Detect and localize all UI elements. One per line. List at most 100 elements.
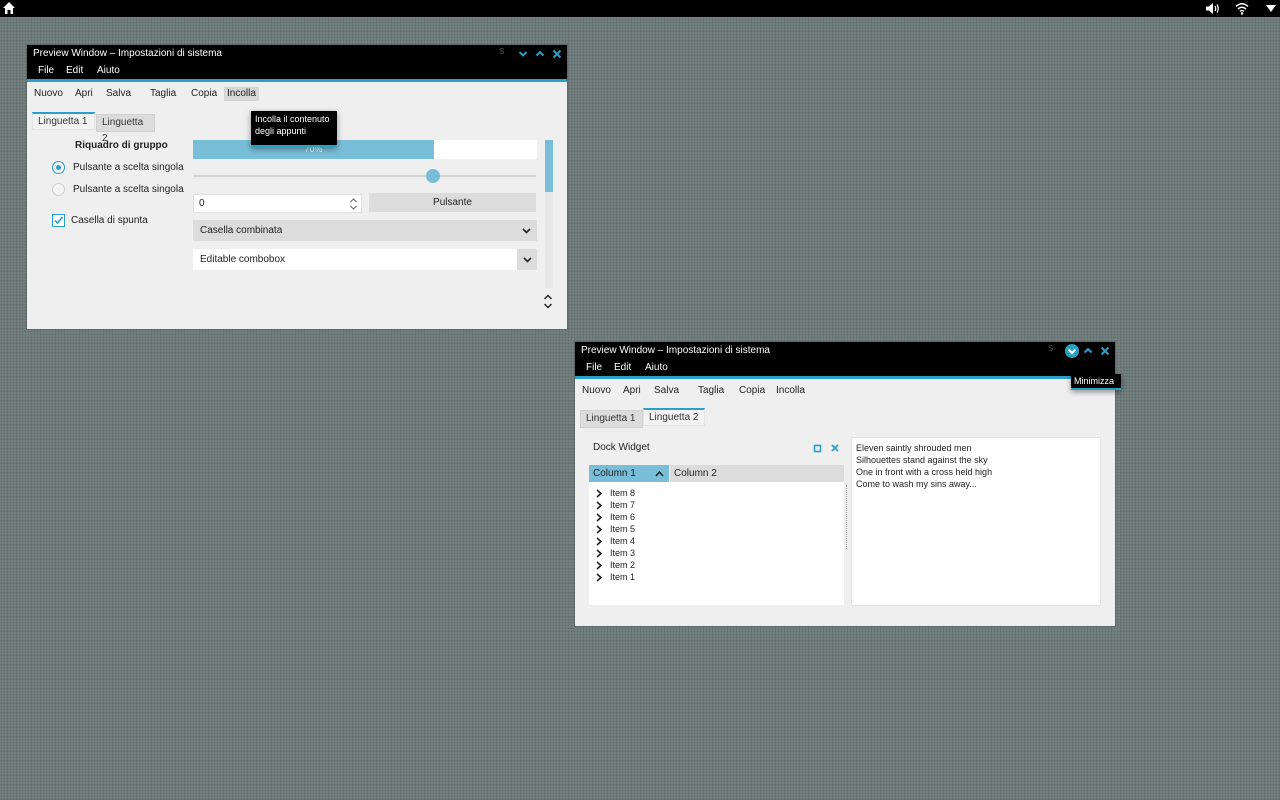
- scroll-arrows-icon[interactable]: [543, 294, 553, 309]
- chevron-down-icon: [523, 257, 532, 263]
- wifi-icon[interactable]: [1235, 2, 1249, 15]
- combobox-value: Casella combinata: [200, 225, 283, 236]
- toolbar-apri[interactable]: Apri: [620, 384, 644, 398]
- chevron-right-icon[interactable]: [595, 573, 603, 582]
- tooltip-accent-line: [1071, 388, 1121, 390]
- slider-handle[interactable]: [426, 169, 441, 183]
- tree-item[interactable]: Item 5: [595, 523, 795, 535]
- toolbar-apri[interactable]: Apri: [72, 87, 96, 101]
- minimize-tooltip: Minimizza: [1071, 374, 1121, 390]
- chevron-up-icon: [535, 50, 545, 57]
- tab-linguetta-2[interactable]: Linguetta 2: [96, 114, 155, 144]
- checkbox-label: Casella di spunta: [71, 215, 148, 226]
- menubar: File Edit Aiuto: [27, 63, 567, 79]
- column-header-2[interactable]: Column 2: [669, 465, 844, 482]
- minimize-button[interactable]: [1065, 344, 1079, 358]
- scrollbar-thumb[interactable]: [545, 140, 553, 192]
- tree-item[interactable]: Item 4: [595, 535, 795, 547]
- tree-item[interactable]: Item 1: [595, 571, 795, 583]
- toolbar-nuovo[interactable]: Nuovo: [31, 87, 66, 101]
- text-line-3: One in front with a cross held high: [856, 467, 993, 477]
- push-button[interactable]: Pulsante: [369, 193, 536, 212]
- chevron-down-icon: [518, 51, 528, 57]
- menu-file[interactable]: File: [586, 360, 602, 376]
- checkbox[interactable]: [52, 214, 65, 227]
- tree-item-label: Item 7: [610, 500, 636, 510]
- menu-aiuto[interactable]: Aiuto: [645, 360, 668, 376]
- group-box-title: Riquadro di gruppo: [75, 140, 168, 151]
- minimize-button[interactable]: [517, 48, 529, 60]
- toolbar-incolla[interactable]: Incolla: [773, 384, 808, 398]
- menu-edit[interactable]: Edit: [614, 360, 631, 376]
- menu-file[interactable]: File: [38, 63, 54, 79]
- close-icon: [1100, 346, 1110, 356]
- toolbar-salva[interactable]: Salva: [651, 384, 682, 398]
- combobox[interactable]: Casella combinata: [193, 220, 537, 241]
- toolbar-incolla[interactable]: Incolla: [224, 87, 259, 101]
- chevron-down-icon: [1067, 348, 1077, 355]
- editable-combobox-arrow-button[interactable]: [517, 249, 537, 270]
- toolbar-copia[interactable]: Copia: [188, 87, 220, 101]
- radio-button-1-label: Pulsante a scelta singola: [73, 162, 184, 173]
- dock-widget-title: Dock Widget: [593, 442, 650, 453]
- text-edit[interactable]: Eleven saintly shrouded men Silhouettes …: [851, 437, 1101, 606]
- chevron-right-icon[interactable]: [595, 489, 603, 498]
- toolbar-copia[interactable]: Copia: [736, 384, 768, 398]
- tree-item[interactable]: Item 6: [595, 511, 795, 523]
- window-title: Preview Window – Impostazioni di sistema: [581, 345, 770, 356]
- radio-button-2[interactable]: [52, 183, 65, 196]
- column-header-1[interactable]: Column 1: [589, 465, 669, 482]
- spinbox[interactable]: 0: [193, 194, 362, 213]
- menu-edit[interactable]: Edit: [66, 63, 83, 79]
- close-icon: [552, 49, 562, 59]
- chevron-right-icon[interactable]: [595, 525, 603, 534]
- title-mark: S: [1048, 344, 1054, 353]
- menu-aiuto[interactable]: Aiuto: [97, 63, 120, 79]
- chevron-up-icon: [1083, 347, 1093, 354]
- splitter-handle[interactable]: [846, 485, 848, 549]
- tooltip-accent-line: [251, 145, 337, 147]
- tree-item-label: Item 2: [610, 560, 636, 570]
- text-line-4: Come to wash my sins away...: [856, 479, 977, 489]
- triangle-down-icon[interactable]: [1265, 4, 1277, 13]
- close-button[interactable]: [1099, 345, 1111, 357]
- tab-linguetta-1[interactable]: Linguetta 1: [32, 112, 95, 130]
- toolbar-nuovo[interactable]: Nuovo: [579, 384, 614, 398]
- titlebar[interactable]: Preview Window – Impostazioni di sistema…: [27, 45, 567, 63]
- editable-combobox[interactable]: Editable combobox: [193, 249, 537, 270]
- tooltip-line-1: Incolla il contenuto: [255, 114, 330, 124]
- home-icon[interactable]: [2, 1, 16, 15]
- tab-linguetta-2[interactable]: Linguetta 2: [643, 408, 705, 426]
- spin-arrows-icon[interactable]: [349, 197, 358, 211]
- tree-item[interactable]: Item 7: [595, 499, 795, 511]
- tree-item[interactable]: Item 3: [595, 547, 795, 559]
- volume-icon[interactable]: [1205, 2, 1220, 15]
- chevron-right-icon[interactable]: [595, 501, 603, 510]
- titlebar[interactable]: Preview Window – Impostazioni di sistema…: [575, 342, 1115, 360]
- column-header-1-label: Column 1: [593, 468, 636, 479]
- maximize-button[interactable]: [534, 48, 546, 60]
- chevron-right-icon[interactable]: [595, 549, 603, 558]
- float-icon[interactable]: [813, 444, 822, 453]
- text-line-2: Silhouettes stand against the sky: [856, 455, 988, 465]
- slider-track[interactable]: [193, 175, 536, 177]
- chevron-down-icon: [522, 228, 531, 234]
- chevron-right-icon[interactable]: [595, 561, 603, 570]
- chevron-right-icon[interactable]: [595, 537, 603, 546]
- toolbar-salva[interactable]: Salva: [103, 87, 134, 101]
- radio-button-1[interactable]: [52, 161, 65, 174]
- maximize-button[interactable]: [1082, 345, 1094, 357]
- close-button[interactable]: [551, 48, 563, 60]
- chevron-right-icon[interactable]: [595, 513, 603, 522]
- toolbar-tooltip: Incolla il contenuto degli appunti: [251, 111, 337, 147]
- tree-item[interactable]: Item 8: [595, 487, 795, 499]
- editable-combobox-value: Editable combobox: [200, 254, 286, 265]
- vertical-scrollbar[interactable]: [545, 140, 553, 288]
- tree-item[interactable]: Item 2: [595, 559, 795, 571]
- toolbar-taglia[interactable]: Taglia: [147, 87, 179, 101]
- close-icon[interactable]: [830, 443, 840, 453]
- tree-item-label: Item 1: [610, 572, 636, 582]
- toolbar-taglia[interactable]: Taglia: [695, 384, 727, 398]
- tab-linguetta-1[interactable]: Linguetta 1: [580, 410, 643, 428]
- tree-view[interactable]: Column 1 Column 2 Item 8 Item 7 Item 6 Item…: [589, 465, 847, 605]
